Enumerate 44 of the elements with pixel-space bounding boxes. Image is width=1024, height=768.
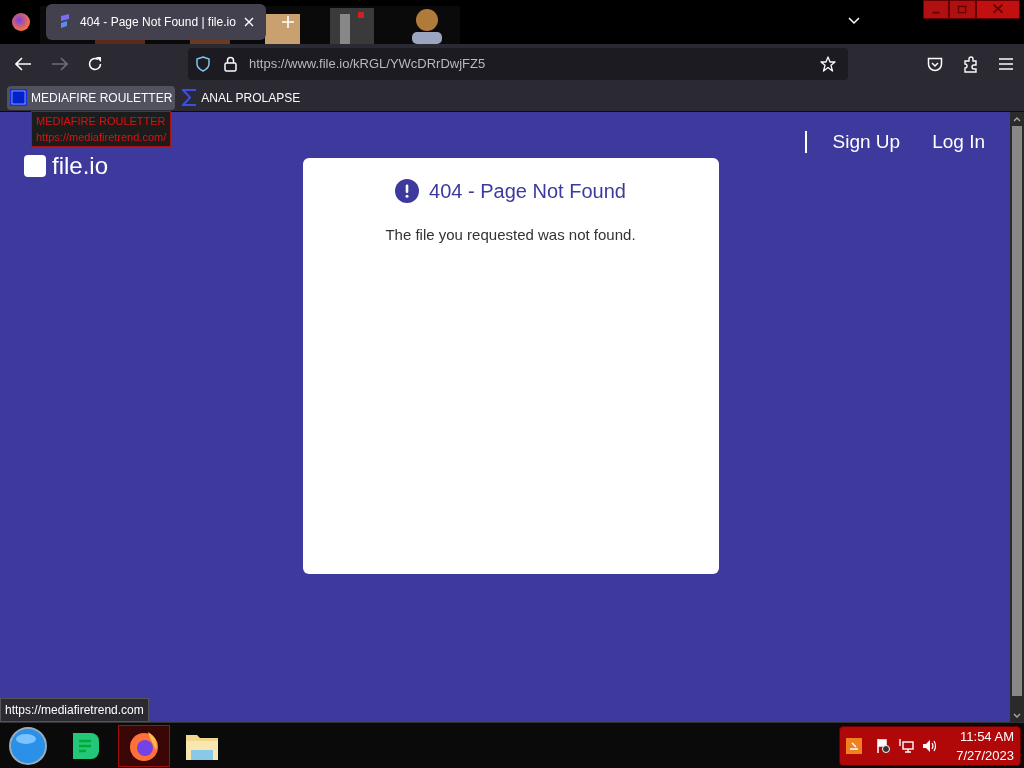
app-tray-icon[interactable]	[846, 737, 862, 754]
nav-link[interactable]: Log In	[932, 127, 985, 157]
file-logo-icon	[58, 14, 72, 30]
firefox-icon	[128, 729, 160, 762]
flag-icon[interactable]	[876, 738, 890, 753]
browser-tab[interactable]: 404 - Page Not Found | file.io	[46, 4, 266, 40]
reload-icon[interactable]	[87, 56, 103, 72]
pocket-icon[interactable]	[927, 56, 943, 72]
alert-icon	[395, 179, 420, 203]
url-text: https://www.file.io/kRGL/YWcDRrDwjFZ5	[249, 55, 486, 74]
clock-date[interactable]: 7/27/2023	[956, 745, 1014, 765]
bookmark-item[interactable]: ANAL PROLAPSE	[179, 85, 304, 110]
address-bar[interactable]: https://www.file.io/kRGL/YWcDRrDwjFZ5	[188, 48, 848, 80]
forward-arrow-icon	[51, 57, 68, 71]
error-message: The file you requested was not found.	[385, 225, 636, 245]
bookmark-label: ANAL PROLAPSE	[201, 89, 301, 107]
clock-time[interactable]: 11:54 AM	[960, 726, 1014, 746]
taskbar-app[interactable]	[118, 724, 170, 767]
network-icon[interactable]	[898, 738, 914, 753]
menu-icon[interactable]	[999, 58, 1013, 70]
logo-text[interactable]: file.io	[52, 154, 109, 178]
nav-link[interactable]: Sign Up	[832, 127, 901, 157]
bookmark-label: MEDIAFIRE ROULETTER	[31, 89, 173, 107]
back-arrow-icon[interactable]	[15, 57, 32, 71]
firefox-icon[interactable]	[12, 13, 30, 31]
tooltip-title: MEDIAFIRE ROULETTER	[36, 114, 167, 129]
error-title: 404 - Page Not Found	[429, 179, 626, 204]
chat-icon	[71, 730, 101, 761]
chevron-down-icon[interactable]	[848, 17, 860, 25]
tab-title: 404 - Page Not Found | file.io	[80, 14, 236, 31]
sigma-icon	[182, 89, 198, 106]
bookmark-icon	[10, 89, 27, 106]
star-icon[interactable]	[820, 56, 836, 72]
orb-icon	[9, 726, 47, 765]
scrollbar-thumb[interactable]	[1012, 126, 1022, 696]
puzzle-icon[interactable]	[963, 55, 979, 73]
speaker-icon[interactable]	[922, 738, 938, 753]
close-icon[interactable]	[244, 17, 254, 27]
tooltip-url: https://mediafiretrend.com/	[36, 130, 167, 145]
bookmark-item[interactable]: MEDIAFIRE ROULETTER	[7, 85, 176, 110]
status-url: https://mediafiretrend.com	[0, 698, 149, 722]
lock-icon[interactable]	[224, 56, 237, 72]
shield-icon[interactable]	[196, 56, 210, 72]
logo-icon	[24, 155, 46, 177]
